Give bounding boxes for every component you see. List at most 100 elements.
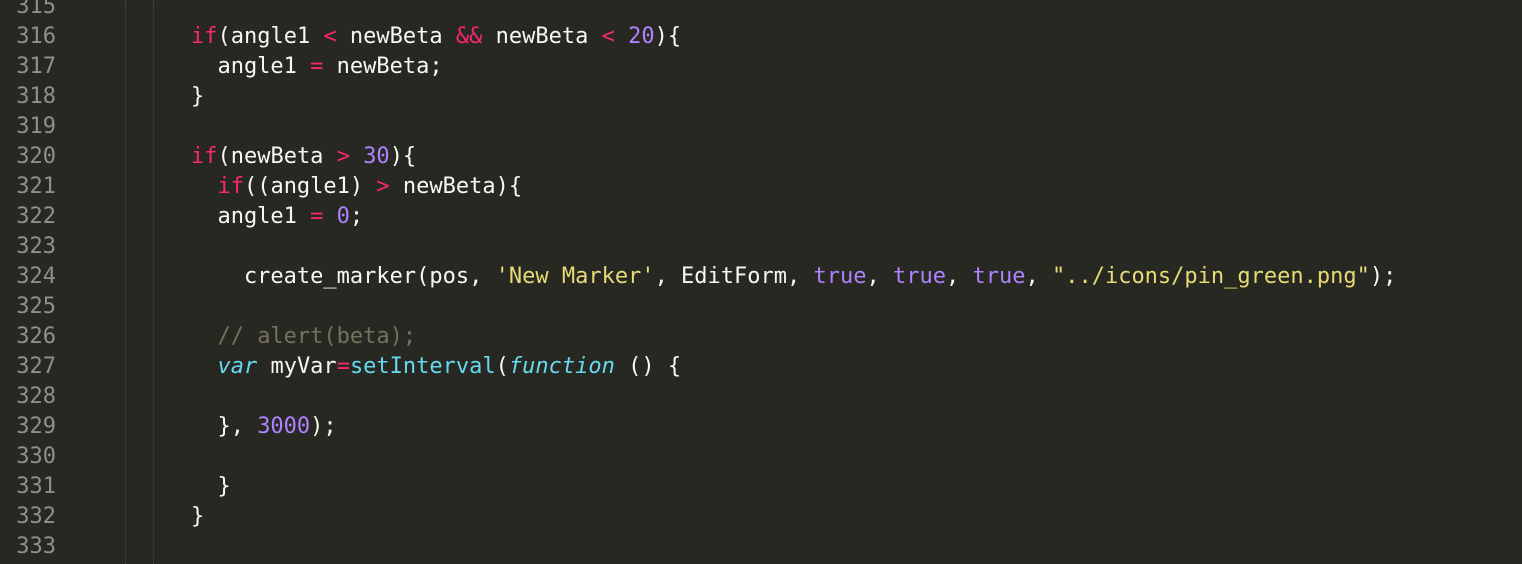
code-token: ){: [389, 144, 417, 169]
code-line[interactable]: 330: [0, 442, 1522, 472]
code-token: () {: [614, 354, 682, 379]
line-number: 326: [16, 324, 56, 349]
code-token: );: [1369, 264, 1397, 289]
code-token: }: [85, 474, 231, 499]
code-token: if: [217, 174, 244, 199]
code-text: if(newBeta > 30){: [85, 142, 416, 172]
code-token: ,: [1025, 264, 1052, 289]
code-token: newBeta){: [389, 174, 523, 199]
code-token: );: [310, 414, 337, 439]
code-token: (newBeta: [217, 144, 337, 169]
code-token: }: [85, 84, 205, 109]
code-line[interactable]: 333: [0, 532, 1522, 562]
code-token: 3000: [257, 414, 311, 439]
code-token: angle1: [85, 54, 311, 79]
code-token: angle1: [85, 204, 311, 229]
code-token: newBeta;: [323, 54, 443, 79]
line-number: 321: [16, 174, 56, 199]
code-token: <: [601, 24, 615, 49]
code-line[interactable]: 326 // alert(beta);: [0, 322, 1522, 352]
line-number: 320: [16, 144, 56, 169]
line-number: 315: [16, 0, 56, 19]
code-line[interactable]: 328: [0, 382, 1522, 412]
line-number: 318: [16, 84, 56, 109]
code-line[interactable]: 322 angle1 = 0;: [0, 202, 1522, 232]
code-text: if(angle1 < newBeta && newBeta < 20){: [85, 22, 681, 52]
code-line[interactable]: 319: [0, 112, 1522, 142]
code-token: }: [85, 504, 205, 529]
line-number: 325: [16, 294, 56, 319]
code-line[interactable]: 325: [0, 292, 1522, 322]
code-token: create_marker(pos,: [85, 264, 496, 289]
code-text: // alert(beta);: [85, 322, 416, 352]
code-text: angle1 = 0;: [85, 202, 363, 232]
code-line[interactable]: 323: [0, 232, 1522, 262]
code-token: setInterval: [349, 354, 496, 379]
code-token: (: [495, 354, 509, 379]
line-number: 322: [16, 204, 56, 229]
code-line[interactable]: 327 var myVar=setInterval(function () {: [0, 352, 1522, 382]
line-number: 323: [16, 234, 56, 259]
code-line[interactable]: 317 angle1 = newBeta;: [0, 52, 1522, 82]
code-token: function: [508, 354, 615, 379]
code-token: if: [190, 24, 218, 49]
code-token: 30: [363, 144, 390, 169]
code-token: "../icons/pin_green.png": [1051, 264, 1370, 289]
line-number: 319: [16, 114, 56, 139]
code-token: 0: [336, 204, 350, 229]
code-token: ;: [349, 204, 364, 229]
code-token: =: [310, 204, 324, 229]
code-token: 'New Marker': [495, 264, 655, 289]
code-text: create_marker(pos, 'New Marker', EditFor…: [85, 262, 1396, 292]
code-text: angle1 = newBeta;: [85, 52, 443, 82]
code-line[interactable]: 332 }: [0, 502, 1522, 532]
code-token: <: [323, 24, 337, 49]
code-line[interactable]: 315: [0, 0, 1522, 22]
code-line[interactable]: 324 create_marker(pos, 'New Marker', Edi…: [0, 262, 1522, 292]
code-token: true: [813, 264, 867, 289]
code-line[interactable]: 329 }, 3000);: [0, 412, 1522, 442]
code-line[interactable]: 331 }: [0, 472, 1522, 502]
code-token: (angle1: [217, 24, 324, 49]
line-number: 331: [16, 474, 56, 499]
code-line[interactable]: 316 if(angle1 < newBeta && newBeta < 20)…: [0, 22, 1522, 52]
code-token: newBeta: [482, 24, 602, 49]
code-token: var: [217, 354, 258, 379]
code-token: =: [310, 54, 324, 79]
line-number: 324: [16, 264, 56, 289]
line-number: 330: [16, 444, 56, 469]
code-token: if: [190, 144, 218, 169]
code-text: }: [85, 82, 204, 112]
line-number: 317: [16, 54, 56, 79]
line-number: 329: [16, 414, 56, 439]
code-token: 20: [628, 24, 655, 49]
code-token: , EditForm,: [654, 264, 814, 289]
code-text: }: [85, 502, 204, 532]
code-text: if((angle1) > newBeta){: [85, 172, 522, 202]
code-token: true: [893, 264, 946, 289]
code-line[interactable]: 318 }: [0, 82, 1522, 112]
code-token: ((angle1): [243, 174, 377, 199]
line-number: 328: [16, 384, 56, 409]
code-line[interactable]: 321 if((angle1) > newBeta){: [0, 172, 1522, 202]
code-token: ,: [866, 264, 893, 289]
code-text: }: [85, 472, 231, 502]
code-token: =: [336, 354, 350, 379]
code-token: myVar: [257, 354, 337, 379]
line-number: 316: [16, 24, 56, 49]
code-text: var myVar=setInterval(function () {: [85, 352, 681, 382]
code-token: &&: [455, 24, 483, 49]
line-number: 327: [16, 354, 56, 379]
code-token: >: [336, 144, 350, 169]
code-token: true: [972, 264, 1026, 289]
code-line[interactable]: 320 if(newBeta > 30){: [0, 142, 1522, 172]
code-editor[interactable]: 315 316 if(angle1 < newBeta && newBeta < …: [0, 0, 1522, 564]
